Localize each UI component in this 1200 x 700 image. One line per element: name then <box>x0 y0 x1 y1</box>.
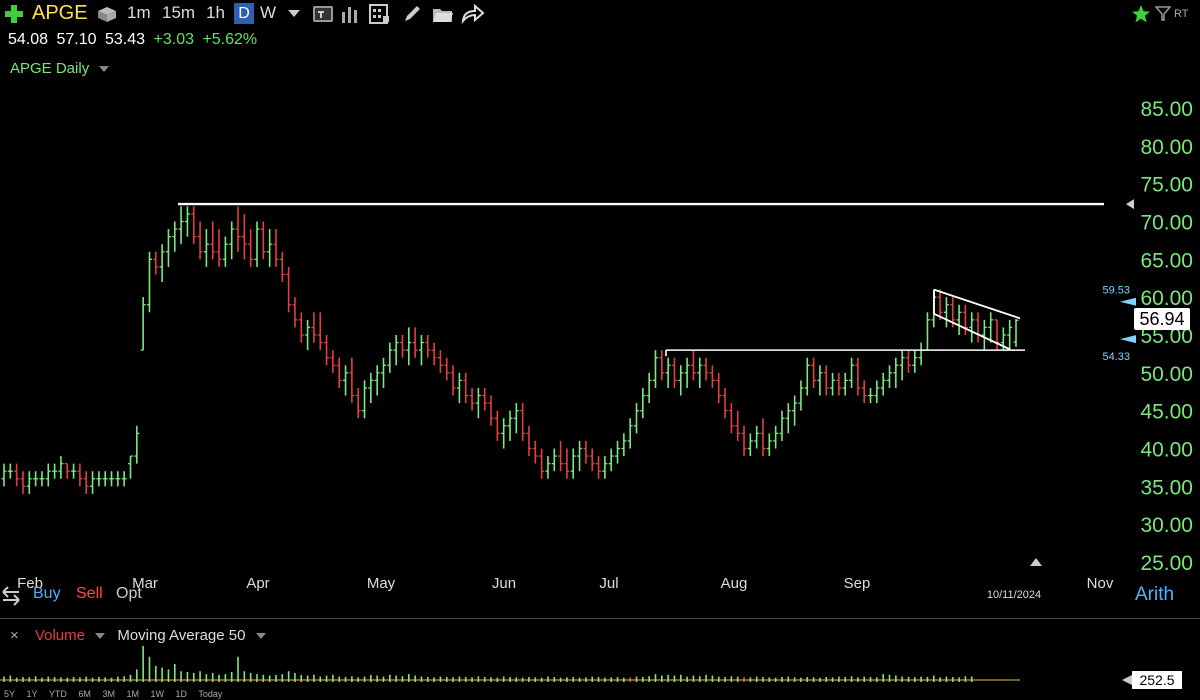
folder-icon[interactable] <box>432 4 454 24</box>
y-tick-label: 80.00 <box>1140 136 1193 159</box>
interval-weekly[interactable]: W <box>260 3 276 23</box>
chevron-down-icon <box>95 633 106 639</box>
x-tick-label: Sep <box>844 575 871 592</box>
interval-1m[interactable]: 1m <box>127 3 151 23</box>
sell-button[interactable]: Sell <box>76 585 103 603</box>
volume-label[interactable]: Volume <box>35 627 85 644</box>
expand-arrows-icon[interactable] <box>0 583 22 607</box>
x-tick-label: Aug <box>721 575 748 592</box>
quote-change: +3.03 <box>153 31 194 48</box>
x-tick-label: May <box>367 575 396 592</box>
study-label[interactable]: APGE Daily <box>10 60 110 77</box>
volume-header: × Volume Moving Average 50 <box>10 627 266 644</box>
chevron-down-icon[interactable] <box>288 10 300 18</box>
range-1d[interactable]: 1D <box>176 689 188 699</box>
range-1w[interactable]: 1W <box>151 689 165 699</box>
x-tick-label: Nov <box>1087 575 1114 592</box>
quote-high: 57.10 <box>56 31 97 48</box>
pane-divider[interactable] <box>0 618 1200 619</box>
options-button[interactable]: Opt <box>116 585 142 603</box>
x-tick-label: Apr <box>246 575 269 592</box>
range-6m[interactable]: 6M <box>78 689 91 699</box>
x-tick-label: Jun <box>492 575 516 592</box>
range-3m[interactable]: 3M <box>102 689 115 699</box>
volume-last-value: 252.5 <box>1132 671 1182 689</box>
y-tick-label: 75.00 <box>1140 174 1193 197</box>
y-tick-label: 35.00 <box>1140 476 1193 499</box>
x-tick-label: Jul <box>599 575 618 592</box>
y-tick-label: 50.00 <box>1140 363 1193 386</box>
cube-icon[interactable] <box>96 6 118 23</box>
toolbar: APGE 1m 15m 1h D W RT <box>0 0 1200 28</box>
interval-15m[interactable]: 15m <box>162 3 195 23</box>
channel-lower-marker <box>1120 335 1136 344</box>
y-tick-label: 40.00 <box>1140 439 1193 462</box>
channel-lower-label: 54.33 <box>1102 351 1130 363</box>
study-name: APGE Daily <box>10 60 90 77</box>
range-ytd[interactable]: YTD <box>49 689 67 699</box>
buy-button[interactable]: Buy <box>33 585 61 603</box>
realtime-badge: RT <box>1174 8 1189 20</box>
interval-1h[interactable]: 1h <box>206 3 225 23</box>
chart-canvas[interactable]: 85.0080.0075.0070.0065.0060.0055.0050.00… <box>0 0 1200 700</box>
quote-change-pct: +5.62% <box>202 31 258 48</box>
calculator-icon[interactable] <box>368 3 390 25</box>
chevron-down-icon <box>99 66 110 72</box>
moving-average-label[interactable]: Moving Average 50 <box>117 627 245 644</box>
add-icon[interactable] <box>4 4 24 24</box>
close-pane-icon[interactable]: × <box>10 627 19 644</box>
share-arrow-icon[interactable] <box>460 3 486 25</box>
y-tick-label: 25.00 <box>1140 552 1193 575</box>
quote-open: 54.08 <box>8 31 49 48</box>
filter-icon[interactable] <box>1155 6 1171 22</box>
resistance-marker <box>1126 199 1134 210</box>
channel-upper-label: 59.53 <box>1102 285 1130 297</box>
scroll-up-icon <box>1030 558 1042 566</box>
quote-low: 53.43 <box>105 31 146 48</box>
volume-marker <box>1122 675 1132 685</box>
range-selector: 5Y 1Y YTD 6M 3M 1M 1W 1D Today <box>4 689 231 699</box>
range-1m[interactable]: 1M <box>126 689 139 699</box>
range-today[interactable]: Today <box>198 689 222 699</box>
symbol-field[interactable]: APGE <box>32 2 88 25</box>
range-1y[interactable]: 1Y <box>27 689 38 699</box>
y-tick-label: 85.00 <box>1140 98 1193 121</box>
current-date-label: 10/11/2024 <box>987 589 1041 601</box>
scale-mode-toggle[interactable]: Arith <box>1135 584 1174 606</box>
y-tick-label: 70.00 <box>1140 212 1193 235</box>
bar-chart-icon[interactable] <box>340 4 360 24</box>
y-tick-label: 65.00 <box>1140 249 1193 272</box>
last-price-label: 56.94 <box>1134 308 1190 330</box>
channel-upper-marker <box>1120 297 1136 306</box>
y-tick-label: 30.00 <box>1140 514 1193 537</box>
star-icon[interactable] <box>1131 4 1151 24</box>
chevron-down-icon <box>255 633 266 639</box>
quote-line: 54.08 57.10 53.43 +3.03 +5.62% <box>8 31 261 49</box>
tv-icon[interactable] <box>312 5 334 23</box>
interval-daily[interactable]: D <box>234 3 254 24</box>
range-5y[interactable]: 5Y <box>4 689 15 699</box>
pencil-icon[interactable] <box>402 4 422 24</box>
y-tick-label: 45.00 <box>1140 401 1193 424</box>
y-tick-label: 60.00 <box>1140 287 1193 310</box>
